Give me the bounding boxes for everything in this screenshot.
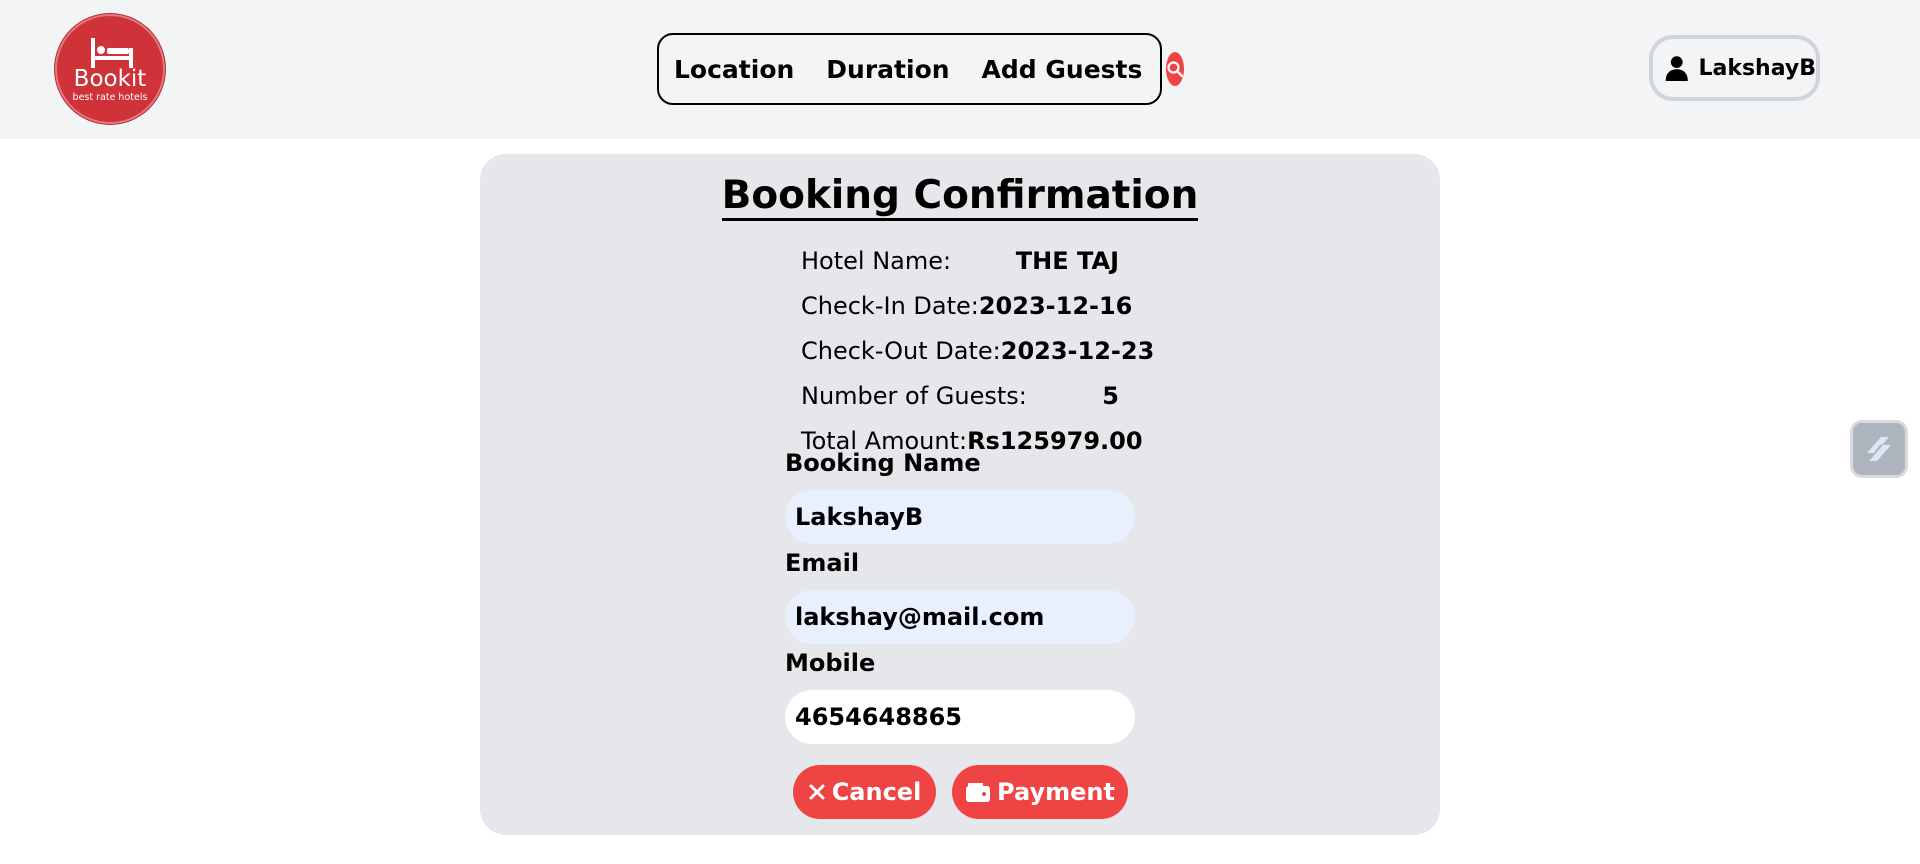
detail-check-out: Check-Out Date: 2023-12-23 [801,328,1154,373]
detail-guests: Number of Guests: 5 [801,373,1119,418]
search-add-guests[interactable]: Add Guests [982,55,1157,84]
mobile-input[interactable] [785,690,1135,744]
email-input[interactable] [785,590,1135,644]
booking-name-label: Booking Name [785,449,981,477]
close-icon [809,784,825,800]
booking-name-input[interactable] [785,490,1135,544]
search-bar: Location Duration Add Guests [657,33,1185,105]
detail-label: Check-In Date: [801,291,979,320]
cancel-button-label: Cancel [831,778,922,806]
search-location[interactable]: Location [674,55,808,84]
bed-icon [91,38,133,68]
email-label: Email [785,549,860,577]
user-icon [1665,56,1688,82]
search-duration[interactable]: Duration [826,55,963,84]
detail-label: Hotel Name: [801,246,952,275]
detail-value: 5 [1102,381,1119,410]
detail-value: 2023-12-16 [978,291,1133,320]
brand-tagline: best rate hotels [72,92,148,103]
detail-label: Number of Guests: [801,381,1027,410]
booking-confirmation-card: Booking Confirmation Hotel Name: THE TAJ… [480,154,1440,835]
search-button[interactable] [1166,52,1185,86]
username: LakshayB [1698,55,1816,81]
cancel-button[interactable]: Cancel [793,765,936,819]
detail-check-in: Check-In Date: 2023-12-16 [801,283,1132,328]
detail-value: THE TAJ [1015,246,1119,275]
side-widget-button[interactable] [1850,420,1908,478]
top-navbar: Bookit best rate hotels Location Duratio… [0,0,1920,139]
user-menu-button[interactable]: LakshayB [1649,35,1820,101]
detail-value: 2023-12-23 [1000,336,1155,365]
payment-button-label: Payment [997,778,1115,806]
detail-label: Check-Out Date: [801,336,1001,365]
payment-button[interactable]: Payment [952,765,1128,819]
detail-value: Rs125979.00 [967,426,1143,455]
detail-hotel-name: Hotel Name: THE TAJ [801,238,1119,283]
extension-icon [1867,437,1891,461]
page-title: Booking Confirmation [480,173,1440,221]
search-icon [1167,61,1184,78]
brand-logo[interactable]: Bookit best rate hotels [55,14,165,124]
wallet-icon [966,783,991,802]
brand-name: Bookit [73,66,147,92]
mobile-label: Mobile [785,649,876,677]
